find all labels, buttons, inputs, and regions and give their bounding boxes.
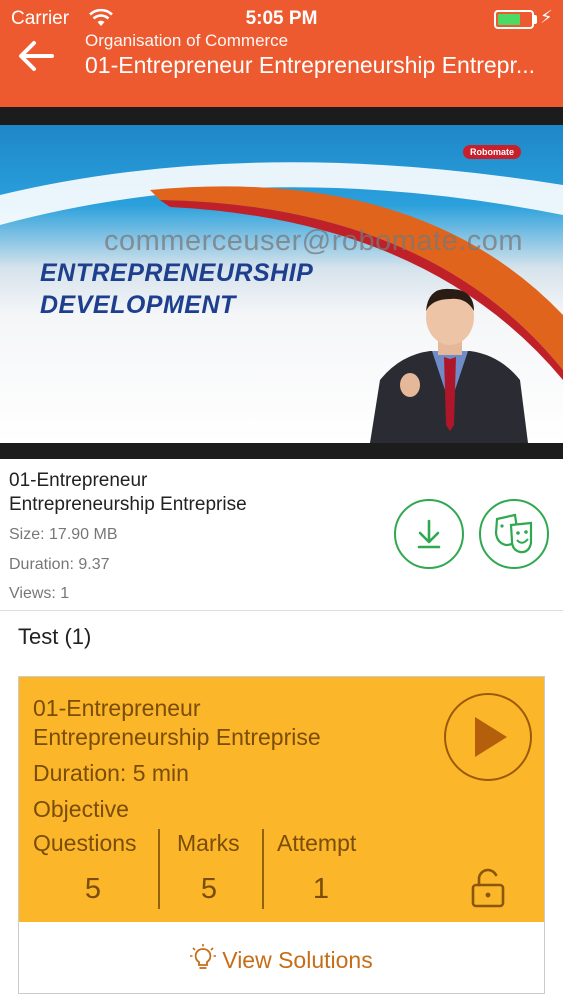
- test-duration: Duration: 5 min: [33, 760, 189, 786]
- lecture-title-line1: 01-Entrepreneur: [9, 470, 148, 491]
- battery-icon: [494, 10, 534, 29]
- slide-title: ENTREPRENEURSHIP DEVELOPMENT: [40, 257, 313, 321]
- lecture-duration: Duration: 9.37: [9, 556, 110, 573]
- slide-title-line1: ENTREPRENEURSHIP: [40, 259, 314, 287]
- video-frame[interactable]: Robomate ENTREPRENEURSHIP DEVELOPMENT co…: [0, 125, 563, 443]
- brand-logo: Robomate: [463, 145, 522, 159]
- lecture-views: Views: 1: [9, 585, 70, 602]
- test-card-body[interactable]: 01-Entrepreneur Entrepreneurship Entrepr…: [19, 677, 544, 922]
- lightbulb-icon: [190, 944, 217, 978]
- stat-divider: [158, 829, 160, 909]
- app-header: Carrier 5:05 PM ⚡ Organisation of Commer…: [0, 0, 563, 107]
- arrow-left-icon: [19, 41, 54, 71]
- download-icon: [417, 519, 441, 549]
- battery-tip: [534, 15, 537, 24]
- lecture-size: Size: 17.90 MB: [9, 526, 118, 543]
- fun-mask-icon: [494, 513, 533, 554]
- view-solutions-button[interactable]: View Solutions: [19, 922, 544, 993]
- marks-label: Marks: [177, 830, 240, 856]
- lecture-title: 01-Entrepreneur Entrepreneurship Entrepr…: [9, 469, 389, 517]
- lecture-title-line2: Entrepreneurship Entreprise: [9, 494, 247, 515]
- questions-value: 5: [84, 873, 102, 905]
- fun-mask-button[interactable]: [479, 499, 549, 569]
- test-card[interactable]: 01-Entrepreneur Entrepreneurship Entrepr…: [18, 676, 545, 994]
- play-icon: [475, 717, 507, 757]
- test-name-line1: 01-Entrepreneur: [33, 695, 201, 721]
- back-button[interactable]: [14, 34, 58, 78]
- charging-icon: ⚡: [540, 7, 553, 27]
- questions-label: Questions: [33, 830, 137, 856]
- stat-divider: [262, 829, 264, 909]
- play-test-button[interactable]: [444, 693, 532, 781]
- page-title: 01-Entrepreneur Entrepreneurship Entrepr…: [85, 52, 536, 78]
- marks-value: 5: [200, 873, 218, 905]
- attempt-label: Attempt: [277, 830, 357, 856]
- test-name: 01-Entrepreneur Entrepreneurship Entrepr…: [33, 694, 433, 752]
- view-solutions-label: View Solutions: [222, 947, 373, 973]
- video-player[interactable]: Robomate ENTREPRENEURSHIP DEVELOPMENT co…: [0, 107, 563, 459]
- unlock-icon: [469, 867, 507, 914]
- view-solutions-row[interactable]: View Solutions: [19, 944, 544, 978]
- video-watermark: commerceuser@robomate.com: [104, 225, 524, 257]
- header-subtitle: Organisation of Commerce: [85, 31, 289, 50]
- download-button[interactable]: [394, 499, 464, 569]
- clock: 5:05 PM: [245, 8, 318, 29]
- test-name-line2: Entrepreneurship Entreprise: [33, 724, 321, 750]
- attempt-value: 1: [312, 873, 330, 905]
- test-type: Objective: [33, 796, 129, 822]
- presenter-image: [370, 288, 528, 443]
- lecture-info: 01-Entrepreneur Entrepreneurship Entrepr…: [0, 459, 563, 611]
- test-section-heading: Test (1): [18, 624, 92, 649]
- slide-title-line2: DEVELOPMENT: [40, 291, 236, 319]
